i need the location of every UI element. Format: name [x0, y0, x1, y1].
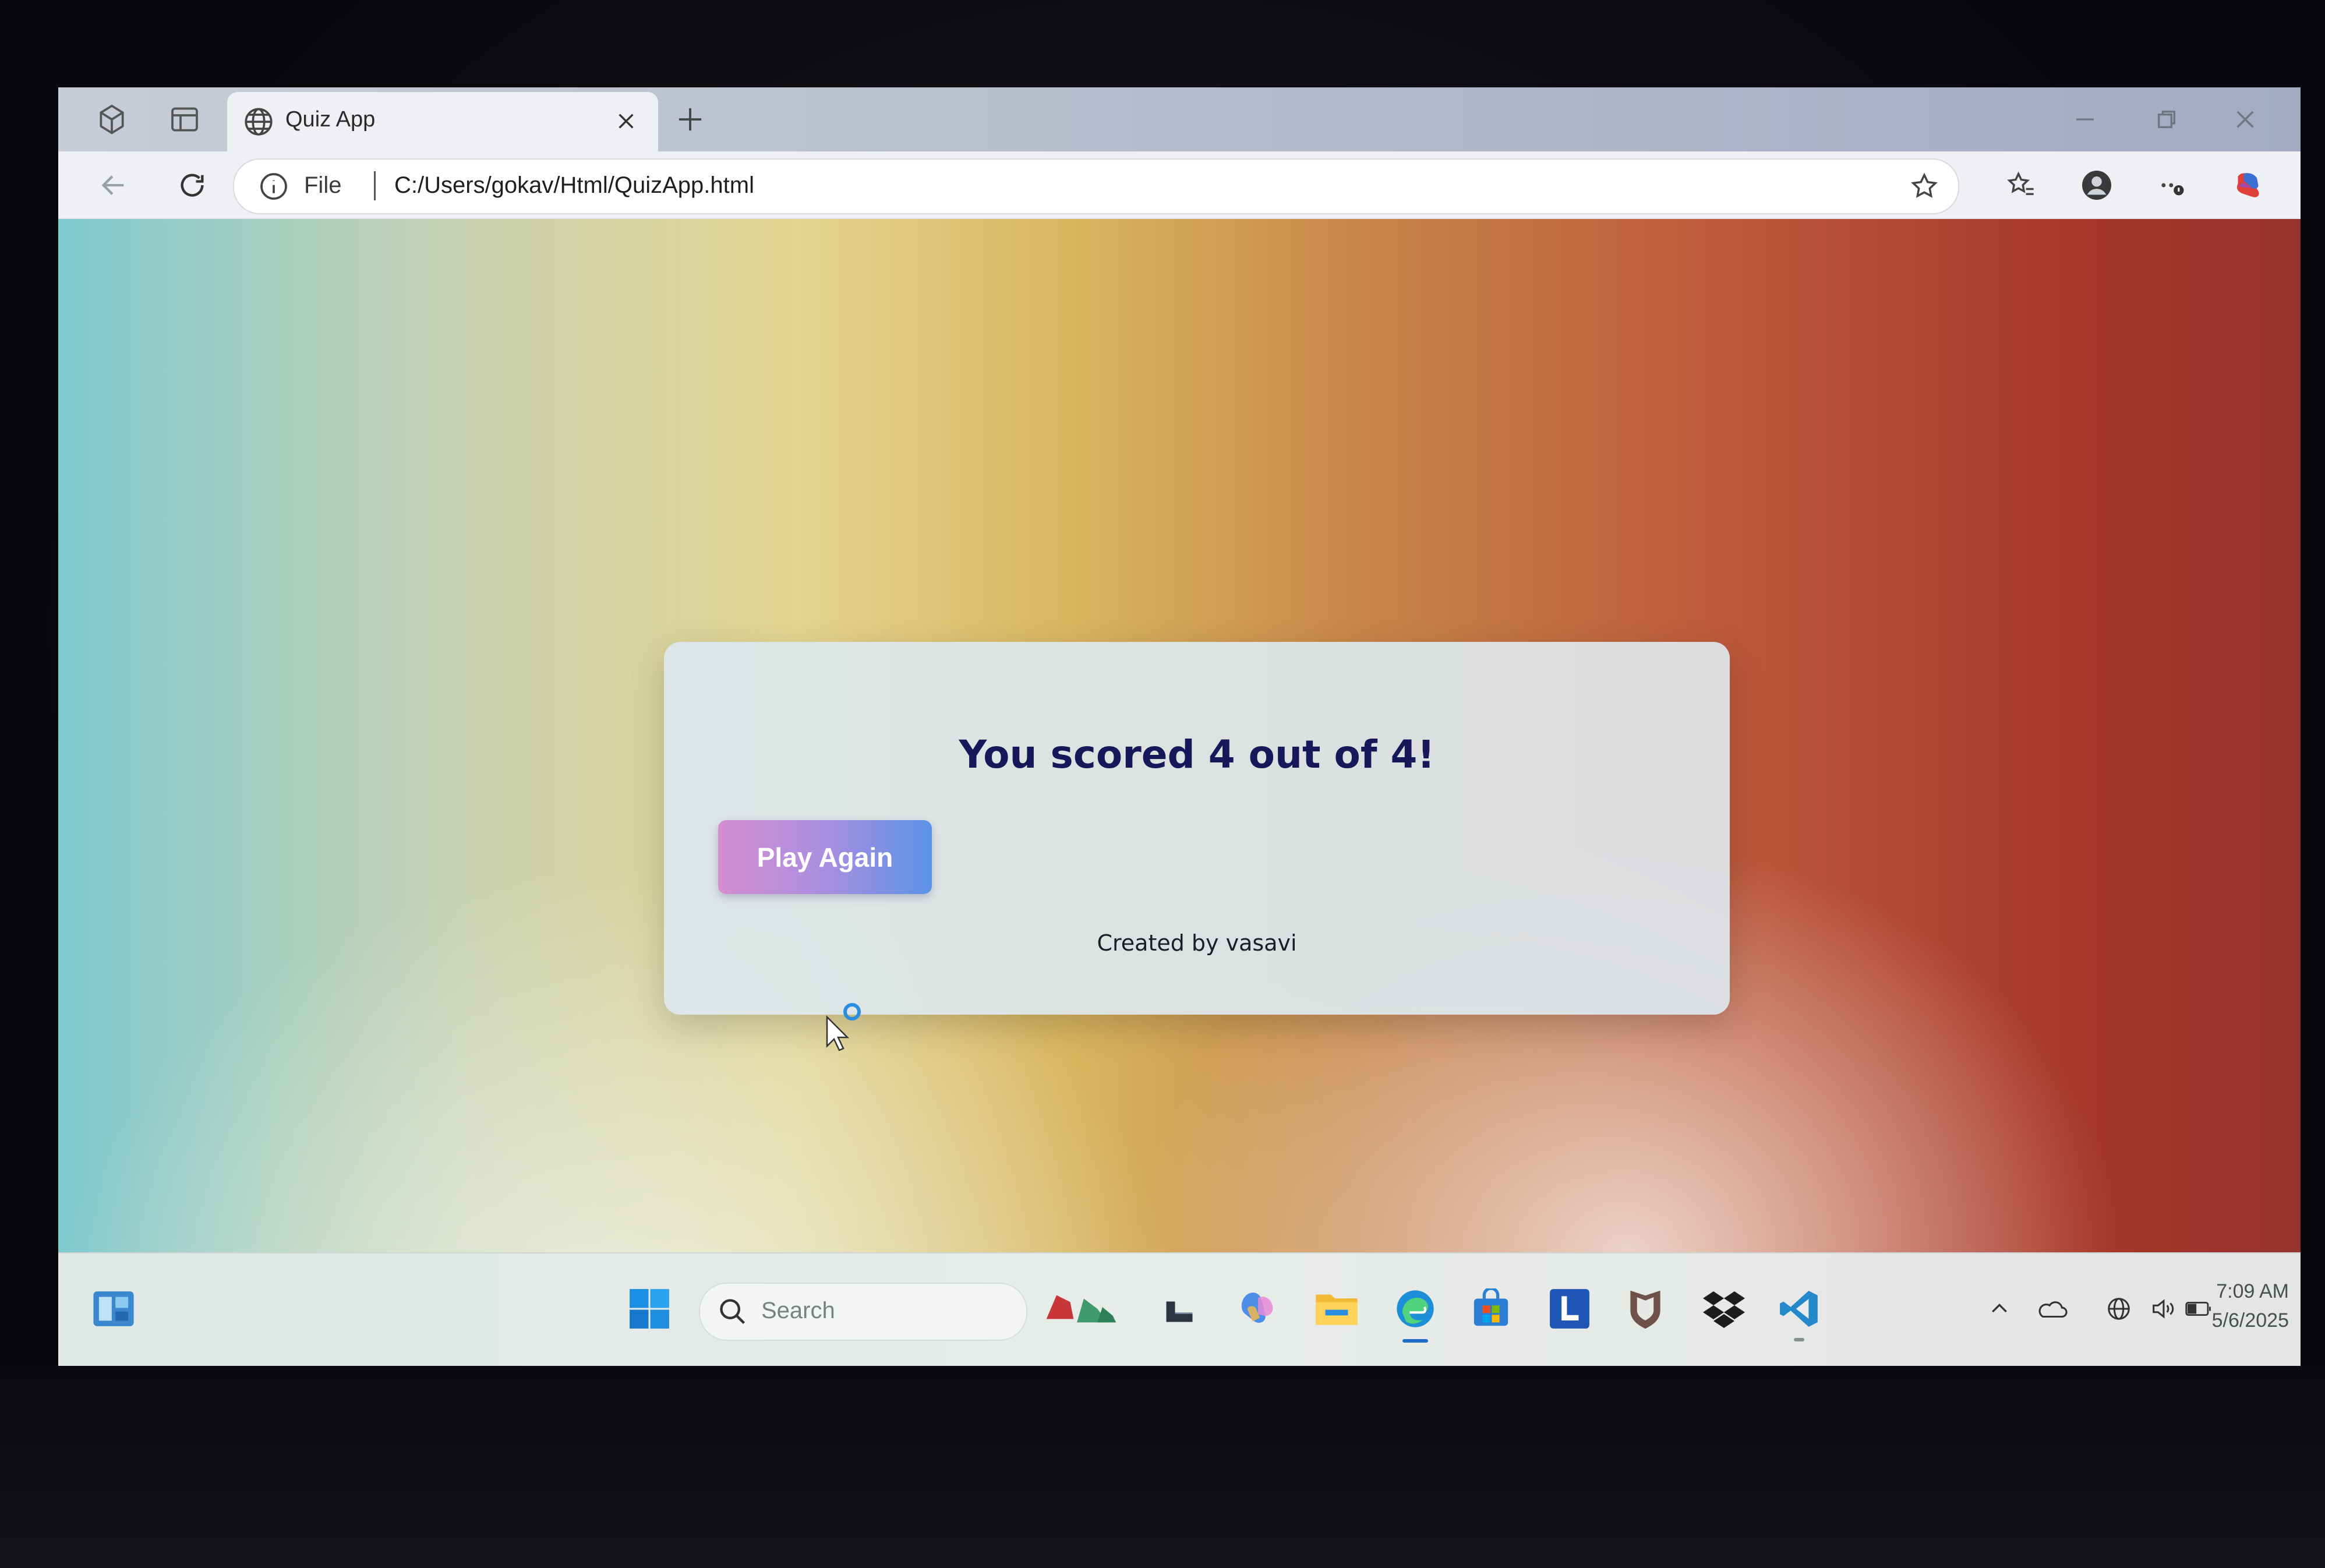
clock-date: 5/6/2025 [2211, 1309, 2289, 1332]
show-hidden-icons-icon[interactable] [1980, 1286, 2019, 1332]
search-icon [720, 1299, 745, 1325]
minimize-icon[interactable] [2068, 102, 2103, 137]
globe-icon [245, 108, 273, 136]
l-app-icon[interactable] [1540, 1280, 1599, 1338]
workspaces-icon[interactable] [90, 98, 133, 141]
edge-browser-icon[interactable] [1386, 1280, 1444, 1343]
copilot-icon[interactable] [2225, 162, 2271, 209]
new-tab-icon[interactable] [670, 99, 711, 140]
taskbar-search[interactable]: Search [699, 1283, 1027, 1341]
busy-cursor-icon [826, 1003, 861, 1051]
tab-title: Quiz App [285, 107, 376, 132]
copilot-app-icon[interactable] [1229, 1280, 1287, 1338]
clock-time: 7:09 AM [2216, 1280, 2289, 1302]
vertical-tabs-icon[interactable] [163, 98, 206, 141]
more-menu-icon[interactable] [2149, 162, 2196, 209]
address-bar[interactable]: File C:/Users/gokav/Html/QuizApp.html [233, 158, 1959, 214]
back-icon[interactable] [90, 162, 137, 209]
search-placeholder: Search [761, 1298, 835, 1323]
laptop-lower-bezel [0, 1366, 2325, 1568]
start-icon[interactable] [620, 1280, 679, 1338]
tab-quiz-app[interactable]: Quiz App [227, 92, 658, 151]
restore-icon[interactable] [2149, 102, 2184, 137]
page-viewport: You scored 4 out of 4! Play Again Create… [58, 219, 2301, 1253]
onedrive-icon[interactable] [2033, 1286, 2071, 1332]
search-highlight-icon[interactable] [1037, 1280, 1124, 1338]
info-icon[interactable] [257, 170, 290, 203]
microsoft-store-icon[interactable] [1462, 1280, 1520, 1338]
file-explorer-icon[interactable] [1308, 1280, 1366, 1338]
address-separator [374, 171, 376, 200]
address-scheme: File [304, 172, 342, 198]
browser-toolbar: File C:/Users/gokav/Html/QuizApp.html [58, 151, 2301, 220]
window-close-icon[interactable] [2228, 102, 2263, 137]
file-manager-icon[interactable] [1150, 1280, 1209, 1338]
network-icon[interactable] [2100, 1286, 2138, 1332]
favorites-icon[interactable] [1998, 162, 2044, 209]
taskbar: Search 7:09 AM 5/6/2025 [58, 1252, 2301, 1366]
widgets-icon[interactable] [84, 1280, 143, 1338]
result-card: You scored 4 out of 4! Play Again Create… [664, 642, 1730, 1015]
dropbox-icon[interactable] [1695, 1280, 1753, 1338]
tab-strip: Quiz App [58, 87, 2301, 151]
active-app-indicator [1402, 1339, 1428, 1343]
vscode-icon[interactable] [1771, 1280, 1829, 1341]
running-app-indicator [1794, 1338, 1804, 1341]
mcafee-shield-icon[interactable] [1616, 1280, 1674, 1338]
taskbar-clock[interactable]: 7:09 AM 5/6/2025 [2172, 1277, 2289, 1335]
screen: Quiz App File C:/Users/gokav/Html/QuizAp… [58, 87, 2301, 1366]
profile-icon[interactable] [2073, 162, 2120, 209]
address-url[interactable]: C:/Users/gokav/Html/QuizApp.html [394, 172, 754, 199]
refresh-icon[interactable] [169, 162, 215, 209]
favorite-star-icon[interactable] [1906, 168, 1943, 205]
credit-text: Created by vasavi [1097, 930, 1297, 956]
tab-close-icon[interactable] [609, 104, 644, 139]
score-text: You scored 4 out of 4! [959, 732, 1435, 777]
play-again-button[interactable]: Play Again [718, 820, 932, 894]
